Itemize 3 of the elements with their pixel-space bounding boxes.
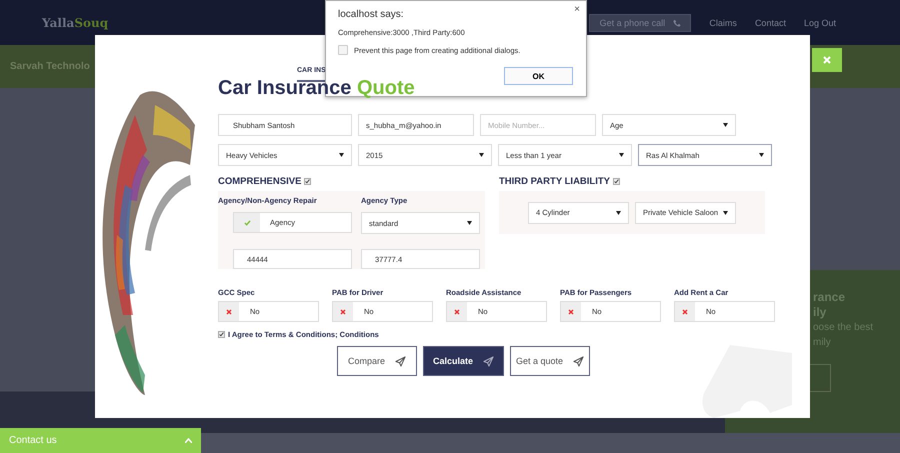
section-heading: COMPREHENSIVE	[218, 176, 302, 186]
alert-title: localhost says:	[338, 9, 405, 20]
section-heading: THIRD PARTY LIABILITY	[499, 176, 610, 186]
